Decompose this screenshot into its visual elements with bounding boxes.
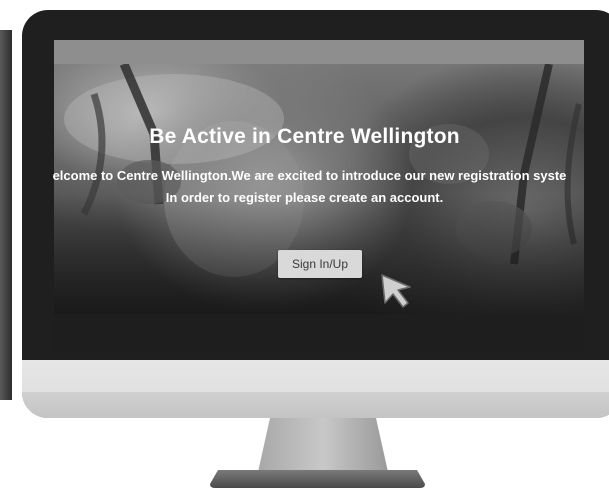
- mouse-pointer-icon: [381, 274, 411, 308]
- left-edge-shadow: [0, 30, 12, 400]
- screen-footer-area: [54, 314, 584, 352]
- monitor-stand-neck: [258, 418, 388, 472]
- sign-in-up-button[interactable]: Sign In/Up: [278, 250, 362, 278]
- illustration-frame: Be Active in Centre Wellington elcome to…: [0, 0, 609, 496]
- welcome-text: elcome to Centre Wellington.We are excit…: [52, 168, 567, 183]
- instruction-text: In order to register please create an ac…: [165, 190, 444, 205]
- browser-top-bar: [54, 40, 584, 64]
- page-title: Be Active in Centre Wellington: [149, 125, 460, 148]
- monitor-chin-shadow: [22, 392, 609, 418]
- monitor-stand-base: [210, 470, 425, 488]
